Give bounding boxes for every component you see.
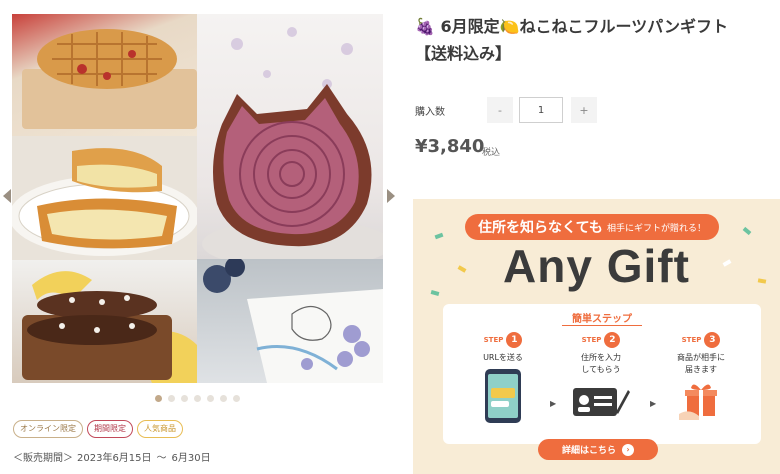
quantity-increase-button[interactable]: + — [571, 97, 597, 123]
details-button[interactable]: 詳細はこちら › — [538, 439, 658, 460]
chevron-left-icon — [3, 189, 11, 203]
gallery-dot[interactable] — [168, 395, 175, 402]
sale-period-separator: 〜 — [156, 453, 167, 464]
sale-period-start: 2023年6月15日 — [77, 453, 152, 464]
sale-period-end: 6月30日 — [171, 453, 211, 464]
banner-subheadline: 相手にギフトが贈れる！ — [606, 223, 706, 234]
confetti-decoration — [742, 226, 752, 236]
price-tax-label: 税込 — [482, 148, 501, 158]
step-3: STEP 3 商品が相手に 届きます — [656, 332, 746, 424]
image-tile-chocolate-bread — [12, 260, 197, 383]
phone-message-icon — [485, 369, 521, 423]
address-card-icon — [573, 388, 630, 416]
step-2: STEP 2 住所を入力 してもらう — [556, 332, 646, 422]
quantity-decrease-button[interactable]: - — [487, 97, 513, 123]
chevron-right-circle-icon: › — [622, 443, 634, 456]
gallery-dot[interactable] — [233, 395, 240, 402]
gift-box-icon — [679, 384, 717, 420]
product-gallery: オンライン限定 期間限定 人気商品 ＜販売期間＞ 2023年6月15日 〜 6月… — [0, 0, 400, 474]
image-tile-illustration-card — [197, 259, 383, 383]
product-title-shipping: 【送料込み】 — [415, 44, 512, 63]
tag-online-limited: オンライン限定 — [13, 420, 83, 438]
gallery-dot[interactable] — [194, 395, 201, 402]
step-word: STEP — [681, 336, 702, 344]
image-tile-apple-pie — [12, 136, 197, 260]
gallery-dot[interactable] — [220, 395, 227, 402]
gallery-dot[interactable] — [181, 395, 188, 402]
step-1: STEP 1 URLを送る — [458, 332, 548, 428]
product-price: ¥3,840 — [415, 136, 485, 157]
steps-title-underline — [562, 325, 642, 326]
gallery-dot[interactable] — [207, 395, 214, 402]
step-text: 住所を入力 してもらう — [581, 353, 621, 374]
chevron-right-icon — [387, 189, 395, 203]
step-number: 3 — [704, 332, 721, 348]
any-gift-banner[interactable]: 住所を知らなくても 相手にギフトが贈れる！ Any Gift 簡単ステップ ST… — [413, 199, 780, 474]
gallery-dot[interactable] — [155, 395, 162, 402]
details-button-label: 詳細はこちら — [561, 446, 616, 456]
product-title: 🍇 6月限定🍋ねこねこフルーツパンギフト — [415, 17, 729, 36]
image-tile-cat-bread — [197, 14, 383, 259]
step-number: 2 — [604, 332, 621, 348]
sale-period-label: ＜販売期間＞ — [13, 453, 73, 464]
product-image[interactable] — [12, 14, 383, 383]
step-text: 商品が相手に 届きます — [677, 353, 725, 374]
banner-headline: 住所を知らなくても — [478, 220, 603, 236]
sale-period: ＜販売期間＞ 2023年6月15日 〜 6月30日 — [13, 449, 211, 464]
image-tile-waffle — [12, 14, 197, 136]
steps-card: 簡単ステップ STEP 1 URLを送る ▶ STEP 2 住所を入力 してもら… — [443, 304, 761, 444]
step-text: URLを送る — [483, 353, 523, 362]
step-number: 1 — [506, 332, 523, 348]
tag-limited-time: 期間限定 — [87, 420, 133, 438]
banner-headline-pill: 住所を知らなくても 相手にギフトが贈れる！ — [465, 214, 719, 240]
tag-popular: 人気商品 — [137, 420, 183, 438]
step-word: STEP — [483, 336, 504, 344]
gallery-pagination — [155, 395, 240, 402]
product-tags: オンライン限定 期間限定 人気商品 — [13, 420, 183, 438]
gallery-prev-button[interactable] — [0, 185, 14, 207]
step-word: STEP — [581, 336, 602, 344]
quantity-label: 購入数 — [415, 107, 445, 118]
steps-title: 簡単ステップ — [572, 314, 632, 325]
quantity-input[interactable] — [519, 97, 563, 123]
gallery-next-button[interactable] — [384, 185, 398, 207]
any-gift-logo: Any Gift — [503, 240, 690, 292]
